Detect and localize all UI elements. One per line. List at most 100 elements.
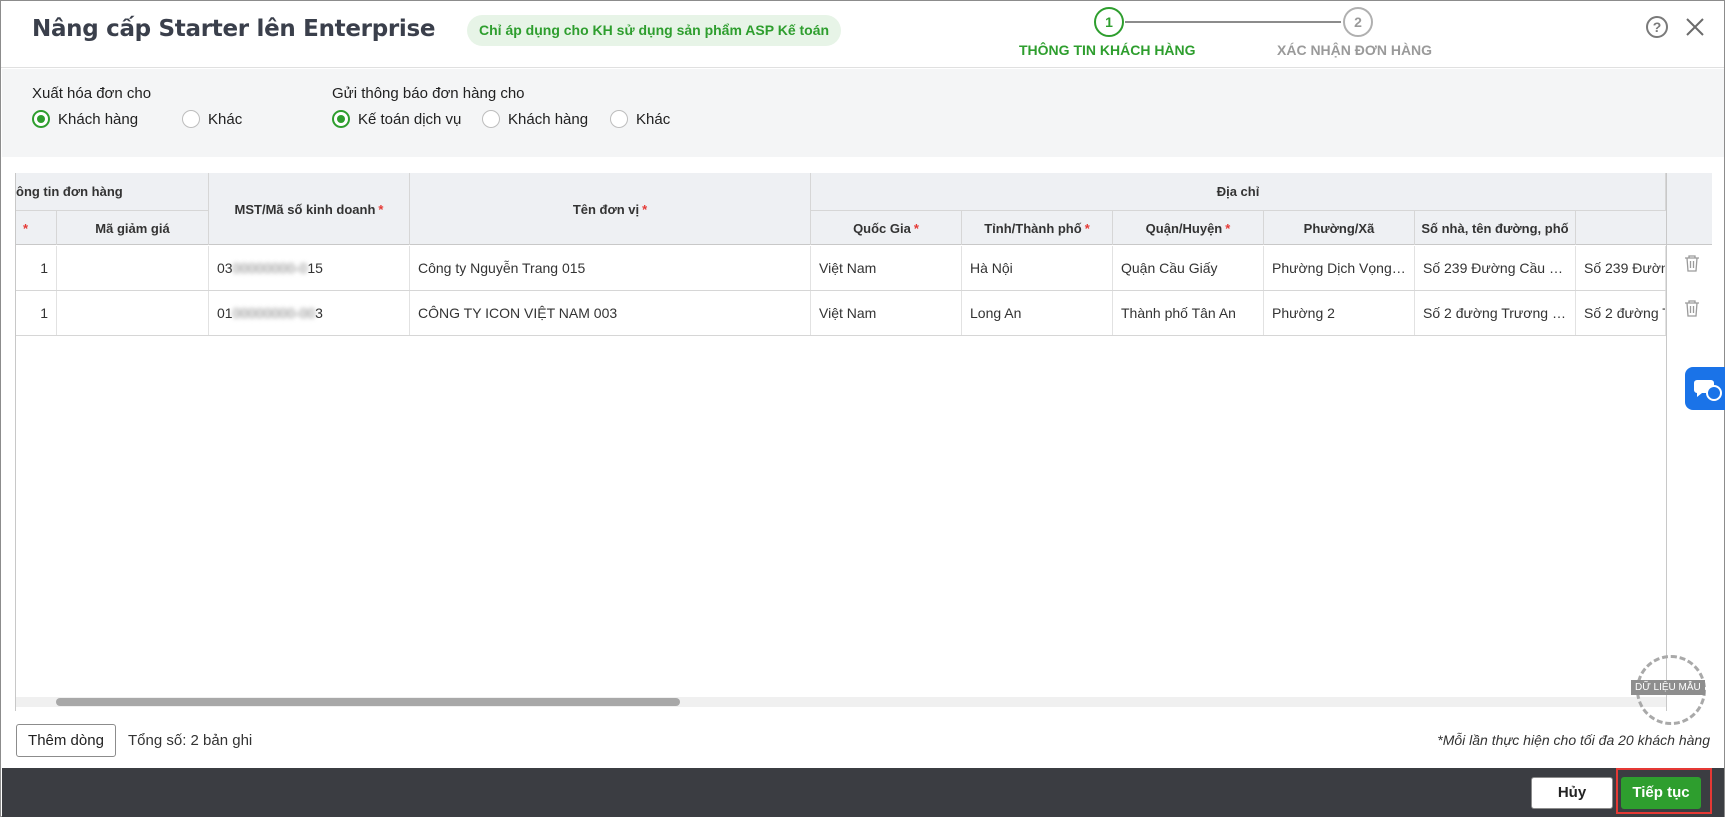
tax-code-prefix: 03 [217,260,233,276]
group-header-order-info: ông tin đơn hàng [16,173,209,210]
notify-radio-accountant[interactable]: Kế toán dịch vụ [332,110,461,128]
cell-street[interactable]: Số 2 đường Trương C... [1415,291,1576,335]
column-header-street: Số nhà, tên đường, phố [1415,210,1576,245]
cell-discount[interactable] [57,246,209,290]
group-header-address: Địa chỉ [811,173,1666,210]
cell-street[interactable]: Số 239 Đường Cầu Gi... [1415,246,1576,290]
cell-ward[interactable]: Phường 2 [1264,291,1415,335]
cell-unit-name[interactable]: CÔNG TY ICON VIỆT NAM 003 [410,291,811,335]
invoice-radio-customer[interactable]: Khách hàng [32,110,138,128]
upgrade-dialog: Nâng cấp Starter lên Enterprise Chỉ áp d… [0,0,1725,817]
delete-row-icon[interactable] [1684,299,1700,317]
radio-label: Khác [208,110,243,128]
column-header-ward: Phường/Xã [1264,210,1415,245]
notify-recipient-group: Gửi thông báo đơn hàng cho Kế toán dịch … [332,85,692,132]
table-header: ông tin đơn hàng Địa chỉ * Mã giảm giá M… [16,173,1712,245]
radio-label: Khách hàng [508,110,589,128]
row-actions-column [1666,173,1712,711]
step-2-label: XÁC NHẬN ĐƠN HÀNG [1277,42,1433,58]
column-label: Quận/Huyện [1145,220,1223,236]
options-panel: Xuất hóa đơn cho Khách hàng Khác Gửi thô… [2,69,1724,157]
dialog-title: Nâng cấp Starter lên Enterprise [32,16,436,42]
table-row[interactable]: 1 0300000000-015 Công ty Nguyễn Trang 01… [16,246,1712,291]
column-header-unit-name: Tên đơn vị * [410,173,811,245]
required-mark: * [1084,220,1090,236]
notify-radio-other[interactable]: Khác [610,110,670,128]
add-row-button[interactable]: Thêm dòng [16,724,116,757]
invoice-radio-other[interactable]: Khác [182,110,242,128]
stepper-connector [1125,21,1341,23]
column-header-tax-code: MST/Mã số kinh doanh * [209,173,410,245]
column-header-district: Quận/Huyện * [1113,210,1264,245]
record-total: Tổng số: 2 bản ghi [128,732,253,749]
dialog-footer: Hủy Tiếp tục [2,768,1724,817]
cell-district[interactable]: Quận Cầu Giấy [1113,246,1264,290]
applicability-note: Chỉ áp dụng cho KH sử dụng sản phẩm ASP … [467,15,842,46]
row-actions-header [1667,173,1712,245]
cell-province[interactable]: Hà Nội [962,246,1113,290]
column-label: MST/Mã số kinh doanh [234,201,376,217]
notify-recipient-label: Gửi thông báo đơn hàng cho [332,85,525,102]
cell-ward[interactable]: Phường Dịch Vọng ... [1264,246,1415,290]
tax-code-suffix: 3 [315,305,323,321]
next-button[interactable]: Tiếp tục [1621,777,1701,809]
chat-icon [1694,380,1722,401]
group-header-label: Địa chỉ [1216,184,1260,199]
notify-radio-customer[interactable]: Khách hàng [482,110,588,128]
required-mark: * [23,220,29,236]
column-label: Tên đơn vị [572,201,640,217]
step-1-indicator: 1 [1094,7,1124,37]
column-header-province: Tỉnh/Thành phố * [962,210,1113,245]
scrollbar-thumb[interactable] [56,698,680,706]
column-label: Phường/Xã [1303,220,1375,236]
cell-qty[interactable]: 1 [16,246,57,290]
required-mark: * [1225,220,1231,236]
step-1-label: THÔNG TIN KHÁCH HÀNG [1019,42,1196,58]
cell-country[interactable]: Việt Nam [811,291,962,335]
column-label: Mã giảm giá [95,220,170,236]
radio-label: Khác [636,110,671,128]
cell-country[interactable]: Việt Nam [811,246,962,290]
cell-qty[interactable]: 1 [16,291,57,335]
tax-code-prefix: 01 [217,305,233,321]
radio-unchecked-icon [482,110,500,128]
tax-code-redacted: 00000000-0 [232,260,308,276]
column-header-qty: * [16,210,57,245]
cell-district[interactable]: Thành phố Tân An [1113,291,1264,335]
cell-street-extra[interactable]: Số 2 đường Tr [1576,291,1666,335]
chat-support-button[interactable] [1685,367,1725,410]
cell-discount[interactable] [57,291,209,335]
cell-tax-code[interactable]: 0300000000-015 [209,246,410,290]
cell-province[interactable]: Long An [962,291,1113,335]
step-2-indicator: 2 [1343,7,1373,37]
cell-unit-name[interactable]: Công ty Nguyễn Trang 015 [410,246,811,290]
column-header-country: Quốc Gia * [811,210,962,245]
radio-unchecked-icon [610,110,628,128]
column-header-street-extra [1576,210,1666,245]
help-icon[interactable]: ? [1646,16,1668,38]
invoice-recipient-group: Xuất hóa đơn cho Khách hàng Khác [32,85,272,132]
radio-checked-icon [332,110,350,128]
dialog-header: Nâng cấp Starter lên Enterprise Chỉ áp d… [1,1,1724,68]
close-icon[interactable] [1683,15,1707,39]
invoice-recipient-label: Xuất hóa đơn cho [32,85,152,102]
cancel-button[interactable]: Hủy [1531,777,1613,809]
column-label: Số nhà, tên đường, phố [1421,220,1569,236]
tax-code-suffix: 15 [307,260,323,276]
tax-code-redacted: 00000000-00 [232,305,316,321]
cell-street-extra[interactable]: Số 239 Đường [1576,246,1666,290]
customer-table: ông tin đơn hàng Địa chỉ * Mã giảm giá M… [15,173,1712,711]
radio-unchecked-icon [182,110,200,128]
delete-row-icon[interactable] [1684,254,1700,272]
column-label: Tỉnh/Thành phố [984,220,1082,236]
horizontal-scrollbar[interactable] [16,697,1666,707]
sample-data-stamp-label: DỮ LIỆU MẪU [1631,680,1705,695]
radio-label: Khách hàng [58,110,139,128]
required-mark: * [642,201,648,217]
group-header-label: ông tin đơn hàng [16,184,123,199]
required-mark: * [913,220,919,236]
table-row[interactable]: 1 0100000000-003 CÔNG TY ICON VIỆT NAM 0… [16,291,1712,336]
radio-checked-icon [32,110,50,128]
cell-tax-code[interactable]: 0100000000-003 [209,291,410,335]
radio-label: Kế toán dịch vụ [358,110,462,128]
